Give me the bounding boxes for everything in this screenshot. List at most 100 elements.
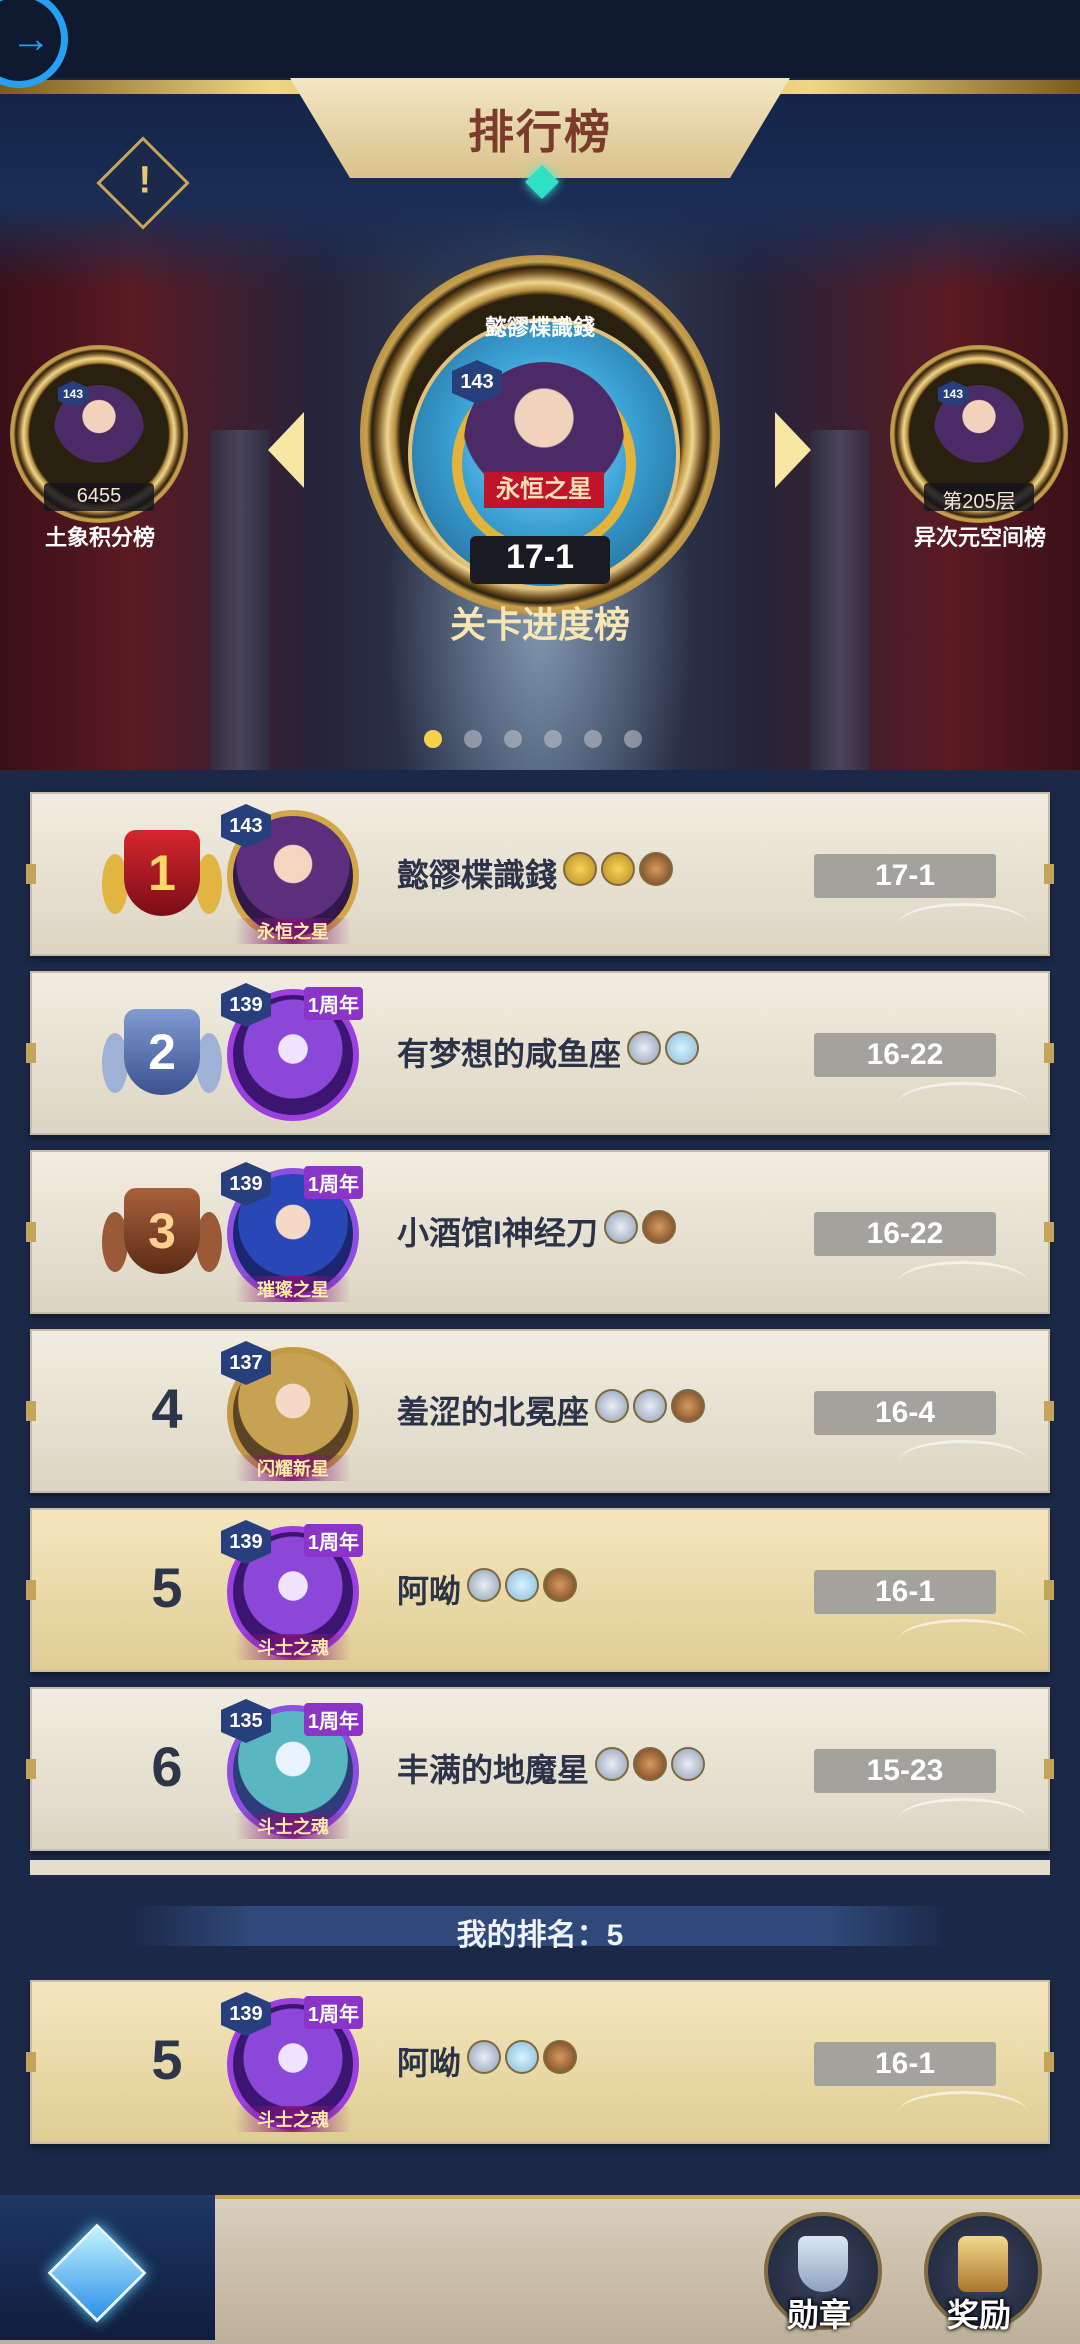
player-name: 阿呦 (397, 1573, 462, 1609)
ranking-row[interactable]: 5 139 1周年 斗士之魂 阿呦 16-1 (26, 1508, 1054, 1672)
emblem-icon (627, 1031, 662, 1065)
rank-number: 3 (148, 1203, 176, 1259)
row-notch (26, 1043, 36, 1063)
ranking-row[interactable]: 3 139 1周年 璀璨之星 小酒馆I神经刀 16-22 (26, 1150, 1054, 1314)
title-badge: 永恒之星 (484, 472, 604, 508)
title-badge: 闪耀新星 (235, 1455, 351, 1481)
emblem-icon (595, 1389, 630, 1423)
background-pillar (210, 430, 270, 770)
medal-right-value: 第205层 (942, 491, 1016, 513)
anniversary-badge: 1周年 (303, 1166, 363, 1199)
treasure-chest-icon (958, 2236, 1008, 2292)
medal-main-stage: 17-1 (505, 538, 575, 576)
row-notch (1044, 1043, 1054, 1063)
emblem-icon (467, 2040, 502, 2074)
player-name: 阿呦 (397, 2045, 462, 2081)
list-item-partial (30, 1860, 1050, 1875)
rank-number: 1 (148, 845, 176, 901)
rank-badge-2: 2 (102, 1003, 222, 1107)
ranking-row[interactable]: 6 135 1周年 斗士之魂 丰满的地魔星 15-23 (26, 1687, 1054, 1851)
row-notch (1044, 1401, 1054, 1421)
medal-main-label: 关卡进度榜 (449, 604, 630, 645)
page-title: 排行榜 (468, 106, 612, 158)
row-notch (26, 1401, 36, 1421)
exclamation-icon: ! (138, 159, 152, 202)
swirl-ornament (898, 903, 1028, 946)
swirl-ornament (898, 2091, 1028, 2134)
carousel-dot[interactable] (584, 730, 602, 748)
row-notch (1044, 864, 1054, 884)
anniversary-badge: 1周年 (303, 1524, 363, 1557)
emblem-group (467, 2040, 578, 2074)
emblem-icon (595, 1747, 630, 1781)
avatar[interactable]: 143 永恒之星 (221, 804, 359, 944)
emblem-icon (543, 2040, 578, 2074)
swirl-ornament (898, 1798, 1028, 1841)
anniversary-badge: 1周年 (303, 1996, 363, 2029)
chevron-left-icon[interactable] (268, 412, 304, 488)
ranking-row[interactable]: 2 139 1周年 有梦想的咸鱼座 16-22 (26, 971, 1054, 1135)
anniversary-badge: 1周年 (303, 1703, 363, 1736)
row-notch (26, 1759, 36, 1779)
avatar[interactable]: 139 1周年 斗士之魂 (221, 1992, 363, 2132)
row-notch (26, 2052, 36, 2072)
rank-number: 5 (151, 1556, 183, 1619)
carousel-dot[interactable] (624, 730, 642, 748)
rank-number: 2 (148, 1024, 176, 1080)
medal-left-label: 土象积分榜 (44, 525, 155, 550)
emblem-group (603, 1210, 676, 1244)
leaderboard-medal-left[interactable]: 143 6455 (10, 345, 188, 523)
carousel-dot[interactable] (424, 730, 442, 748)
rank-number: 4 (151, 1377, 183, 1440)
emblem-group (467, 1568, 578, 1602)
carousel-dot[interactable] (504, 730, 522, 748)
swirl-ornament (898, 1082, 1028, 1125)
my-rank-row[interactable]: 5 139 1周年 斗士之魂 阿呦 16-1 (26, 1980, 1054, 2144)
stage-value: 17-1 (814, 854, 996, 898)
my-rank-label: 我的排名：5 (456, 1919, 624, 1952)
emblem-icon (603, 1210, 638, 1244)
stage-value: 16-1 (814, 1570, 996, 1614)
chevron-right-icon[interactable] (775, 412, 811, 488)
emblem-icon (665, 1031, 700, 1065)
emblem-icon (641, 1210, 676, 1244)
player-name: 懿豂楪識錢 (397, 857, 558, 893)
level-badge: 139 (221, 1162, 271, 1206)
emblem-icon (543, 1568, 578, 1602)
title-plate: 排行榜 (290, 78, 790, 178)
row-notch (1044, 1759, 1054, 1779)
player-name: 有梦想的咸鱼座 (397, 1036, 622, 1072)
avatar[interactable]: 139 1周年 斗士之魂 (221, 1520, 363, 1660)
shield-icon (798, 2236, 848, 2292)
row-notch (1044, 1222, 1054, 1242)
emblem-icon (633, 1747, 668, 1781)
stage-value: 15-23 (814, 1749, 996, 1793)
medal-button-label: 勋章 (786, 2297, 851, 2333)
emblem-group (563, 852, 674, 886)
medal-main-name: 懿豂楪識錢 (484, 315, 595, 340)
level-badge: 143 (221, 804, 271, 848)
level-badge: 139 (221, 983, 271, 1027)
emblem-icon (601, 852, 636, 886)
avatar[interactable]: 139 1周年 (221, 983, 363, 1121)
row-notch (26, 1222, 36, 1242)
avatar[interactable]: 135 1周年 斗士之魂 (221, 1699, 363, 1839)
rank-badge-1: 1 (102, 824, 222, 928)
avatar[interactable]: 139 1周年 璀璨之星 (221, 1162, 363, 1302)
ranking-row[interactable]: 1 143 永恒之星 懿豂楪識錢 17-1 (26, 792, 1054, 956)
emblem-icon (671, 1389, 706, 1423)
swirl-ornament (898, 1440, 1028, 1483)
ranking-row[interactable]: 4 137 闪耀新星 羞涩的北冕座 16-4 (26, 1329, 1054, 1493)
carousel-dot[interactable] (464, 730, 482, 748)
rank-number: 5 (151, 2028, 183, 2091)
avatar[interactable]: 137 闪耀新星 (221, 1341, 359, 1481)
row-notch (26, 1580, 36, 1600)
emblem-group (627, 1031, 700, 1065)
swirl-ornament (898, 1261, 1028, 1304)
stage-value: 16-4 (814, 1391, 996, 1435)
carousel-dot[interactable] (544, 730, 562, 748)
leaderboard-medal-right[interactable]: 143 第205层 (890, 345, 1068, 523)
arrow-right-icon: → (11, 17, 51, 61)
emblem-icon (633, 1389, 668, 1423)
stage-value: 16-1 (814, 2042, 996, 2086)
